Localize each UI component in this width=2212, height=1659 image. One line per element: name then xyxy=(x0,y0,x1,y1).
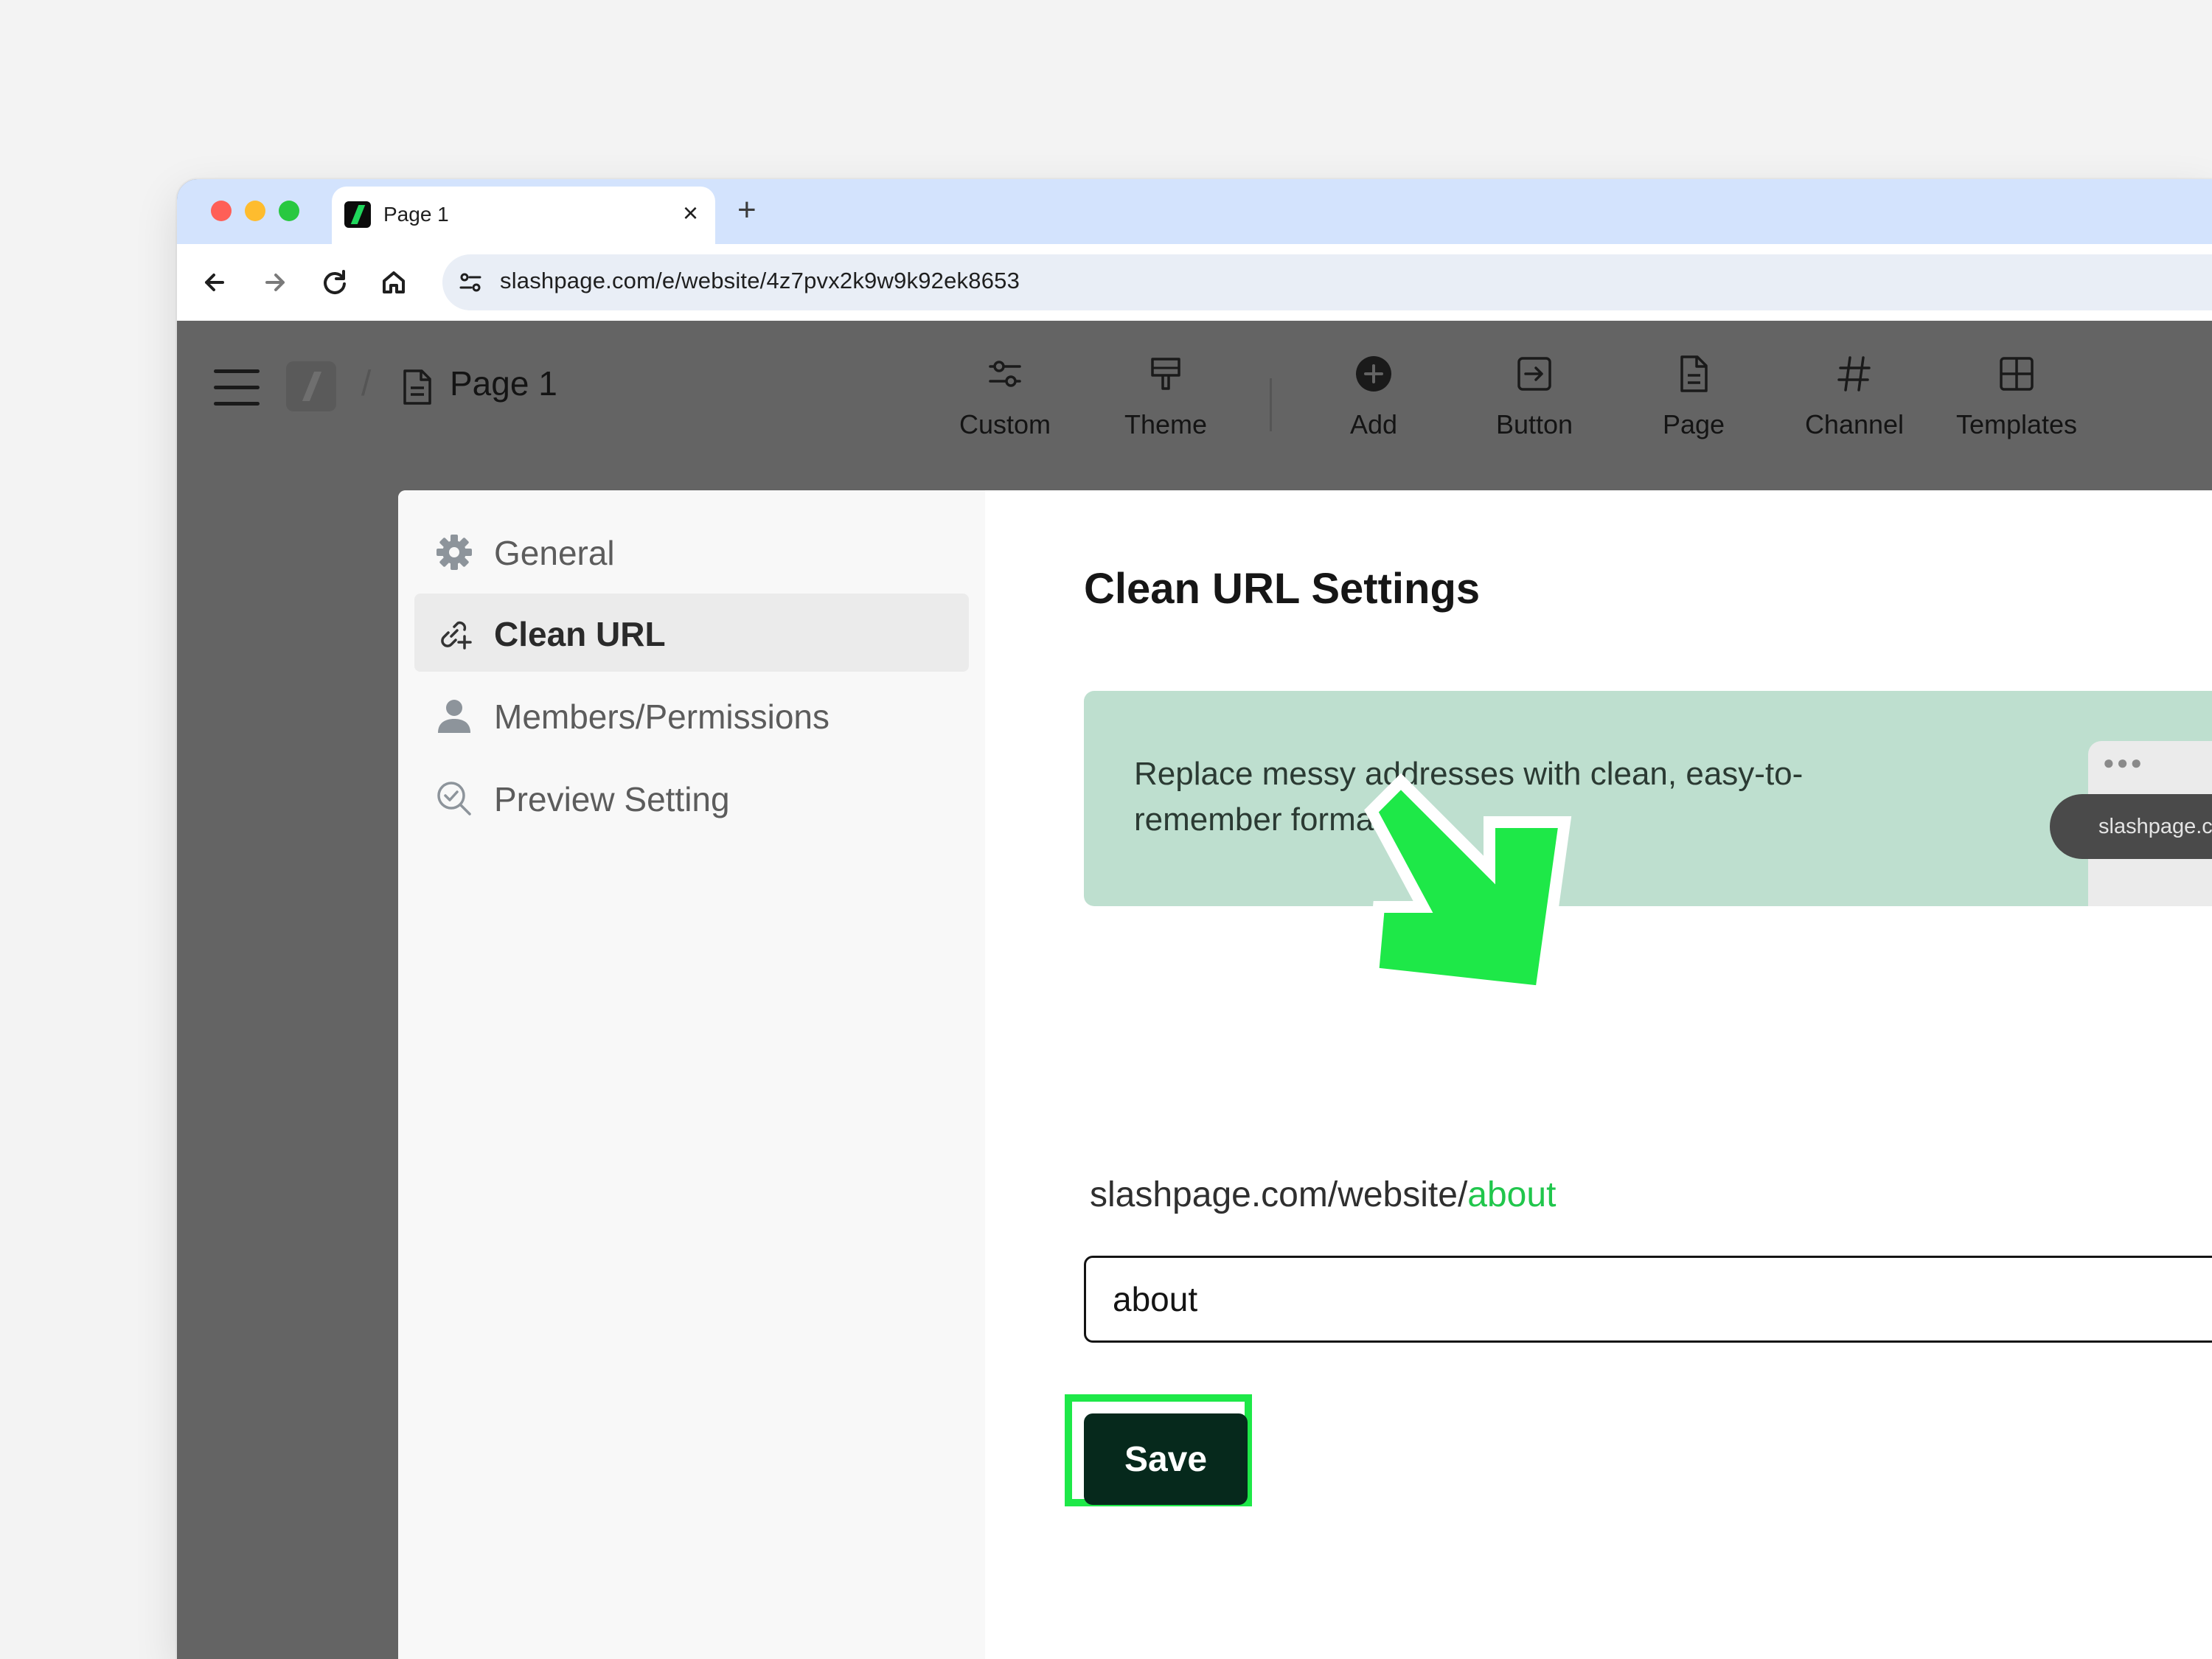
maximize-window-button[interactable] xyxy=(279,201,299,221)
minimize-window-button[interactable] xyxy=(245,201,265,221)
sidebar-item-label: General xyxy=(494,534,615,572)
sidebar-item-members[interactable]: Members/Permissions xyxy=(414,676,969,754)
section-title: Clean URL Settings xyxy=(1084,565,1481,613)
window-dots-icon: ●●● xyxy=(2103,751,2145,773)
button-tool-button[interactable]: Button xyxy=(1464,353,1604,440)
theme-tool-button[interactable]: Theme xyxy=(1096,353,1236,440)
settings-sidebar: General Clean URL Members/Permissions Pr… xyxy=(398,490,985,1659)
tool-label: Page xyxy=(1662,409,1725,439)
new-tab-button[interactable]: + xyxy=(737,194,757,226)
link-icon xyxy=(441,621,472,650)
banner-text: Replace messy addresses with clean, easy… xyxy=(1134,756,1804,838)
tool-label: Button xyxy=(1495,409,1573,439)
home-icon[interactable] xyxy=(373,262,414,303)
tool-label: Theme xyxy=(1124,409,1208,439)
tool-label: Custom xyxy=(959,409,1051,439)
tab-strip: Page 1 × + xyxy=(177,179,2212,244)
sidebar-item-clean-url[interactable]: Clean URL xyxy=(414,594,969,672)
clean-url-input[interactable] xyxy=(1084,1256,2212,1343)
slashpage-favicon-icon xyxy=(344,201,371,228)
url-prefix: slashpage.com/website/ xyxy=(1090,1175,1468,1214)
sidebar-item-label: Preview Setting xyxy=(494,780,730,818)
menu-icon[interactable] xyxy=(214,368,261,406)
tool-label: Templates xyxy=(1955,409,2078,439)
address-bar-url[interactable]: slashpage.com/e/website/4z7pvx2k9w9k92ek… xyxy=(500,268,1020,294)
toolbar-divider xyxy=(1270,378,1272,431)
close-window-button[interactable] xyxy=(211,201,232,221)
add-tool-button[interactable]: Add xyxy=(1304,353,1444,440)
tab-close-icon[interactable]: × xyxy=(683,197,698,229)
search-check-icon xyxy=(437,782,471,815)
reload-icon[interactable] xyxy=(314,262,355,303)
clean-url-content: Clean URL Settings Replace messy address… xyxy=(985,490,2212,1659)
site-logo-icon[interactable] xyxy=(286,361,336,411)
save-button[interactable]: Save xyxy=(1084,1413,1248,1505)
sliders-icon xyxy=(989,361,1021,387)
paint-brush-icon xyxy=(1151,358,1180,390)
settings-panel: General Clean URL Members/Permissions Pr… xyxy=(398,490,2212,1659)
editor-header: / Page 1 Custom Theme Add Button Page Ch… xyxy=(177,321,2212,490)
tab-title: Page 1 xyxy=(383,203,449,226)
browser-window: Page 1 × + slashpage.com/e/website/4z7pv… xyxy=(177,179,2212,1659)
sidebar-item-label: Members/Permissions xyxy=(494,698,830,736)
page-document-icon xyxy=(403,369,431,405)
document-icon xyxy=(1680,355,1708,392)
button-arrow-icon xyxy=(1517,357,1551,391)
sidebar-item-preview[interactable]: Preview Setting xyxy=(414,759,969,837)
tool-label: Add xyxy=(1349,409,1398,439)
sidebar-item-general[interactable]: General xyxy=(414,512,969,591)
sidebar-item-label: Clean URL xyxy=(494,615,666,653)
browser-tab[interactable]: Page 1 × xyxy=(332,187,715,244)
breadcrumb-separator: / xyxy=(361,364,372,403)
info-banner: Replace messy addresses with clean, easy… xyxy=(1084,691,2212,906)
page-tool-button[interactable]: Page xyxy=(1624,353,1764,440)
hash-icon xyxy=(1837,356,1871,392)
url-slug: about xyxy=(1467,1175,1557,1214)
forward-arrow-icon[interactable] xyxy=(254,262,295,303)
custom-tool-button[interactable]: Custom xyxy=(935,353,1075,440)
plus-circle-icon xyxy=(1356,356,1391,392)
tool-label: Channel xyxy=(1804,409,1905,439)
templates-tool-button[interactable]: Templates xyxy=(1947,353,2087,440)
user-icon xyxy=(438,700,470,733)
page-title[interactable]: Page 1 xyxy=(450,364,557,403)
layout-icon xyxy=(2000,357,2034,391)
back-arrow-icon[interactable] xyxy=(195,262,236,303)
site-settings-icon[interactable] xyxy=(457,269,484,296)
browser-toolbar: slashpage.com/e/website/4z7pvx2k9w9k92ek… xyxy=(177,244,2212,321)
channel-tool-button[interactable]: Channel xyxy=(1784,353,1924,440)
banner-url-pill: slashpage.com xyxy=(2050,794,2212,859)
gear-icon xyxy=(437,535,472,570)
url-preview: slashpage.com/website/about xyxy=(1090,1175,1556,1215)
banner-url-text: slashpage.com xyxy=(2098,815,2212,838)
